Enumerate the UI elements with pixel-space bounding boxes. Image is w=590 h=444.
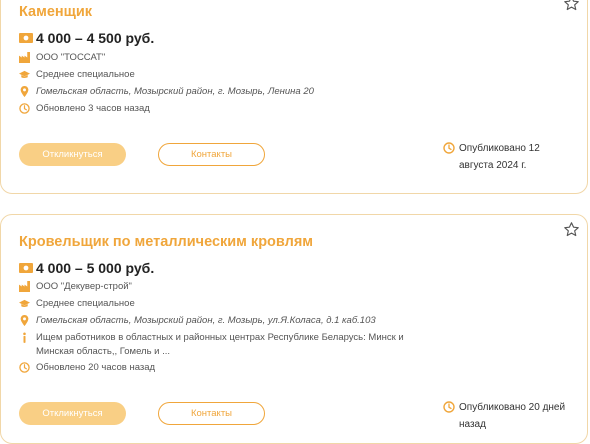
respond-button[interactable]: Откликнуться <box>19 402 126 425</box>
clock-icon <box>443 142 455 154</box>
updated-row: Обновлено 20 часов назад <box>19 361 155 375</box>
vacancy-card: Каменщик 4 000 – 4 500 руб. ООО "ТОССАТ"… <box>0 0 588 194</box>
education-level: Среднее специальное <box>36 69 135 80</box>
money-icon <box>19 32 33 44</box>
updated-text: Обновлено 20 часов назад <box>36 362 156 373</box>
address-row: Гомельская область, Мозырский район, г. … <box>19 314 376 328</box>
contacts-button[interactable]: Контакты <box>158 143 265 166</box>
salary: 4 000 – 5 000 руб. <box>19 260 154 276</box>
map-pin-icon <box>19 86 30 97</box>
clock-icon <box>443 401 455 413</box>
salary-text: 4 000 – 4 500 руб. <box>36 30 155 46</box>
updated-text: Обновлено 3 часов назад <box>36 103 150 114</box>
company-row: ООО "ТОССАТ" <box>19 51 105 65</box>
star-icon[interactable] <box>563 221 580 238</box>
updated-row: Обновлено 3 часов назад <box>19 102 150 116</box>
published-text: Опубликовано 20 дней назад <box>459 402 566 430</box>
education-row: Среднее специальное <box>19 297 135 311</box>
vacancy-card: Кровельщик по металлическим кровлям 4 00… <box>0 214 588 444</box>
published-date: Опубликовано 12 августа 2024 г. <box>443 140 553 174</box>
company-name[interactable]: ООО "Декувер-строй" <box>36 280 132 294</box>
respond-button[interactable]: Откликнуться <box>19 143 126 166</box>
vacancy-title[interactable]: Кровельщик по металлическим кровлям <box>19 234 313 250</box>
star-icon[interactable] <box>563 0 580 12</box>
vacancy-title[interactable]: Каменщик <box>19 4 92 20</box>
education-level: Среднее специальное <box>36 298 135 309</box>
info-icon <box>19 332 30 343</box>
published-text: Опубликовано 12 августа 2024 г. <box>459 143 540 171</box>
graduation-cap-icon <box>19 298 30 309</box>
map-pin-icon <box>19 315 30 326</box>
clock-icon <box>19 362 30 373</box>
company-row: ООО "Декувер-строй" <box>19 280 132 294</box>
factory-icon <box>19 52 30 63</box>
address-text: Гомельская область, Мозырский район, г. … <box>36 315 376 326</box>
contacts-button[interactable]: Контакты <box>158 402 265 425</box>
money-icon <box>19 262 33 274</box>
published-date: Опубликовано 20 дней назад <box>443 399 578 433</box>
address-row: Гомельская область, Мозырский район, г. … <box>19 85 314 99</box>
address-text: Гомельская область, Мозырский район, г. … <box>36 86 314 97</box>
company-name[interactable]: ООО "ТОССАТ" <box>36 51 105 65</box>
factory-icon <box>19 281 30 292</box>
salary-text: 4 000 – 5 000 руб. <box>36 260 155 276</box>
info-row: Ищем работников в областных и районных ц… <box>19 331 414 359</box>
graduation-cap-icon <box>19 69 30 80</box>
education-row: Среднее специальное <box>19 68 135 82</box>
clock-icon <box>19 103 30 114</box>
info-text: Ищем работников в областных и районных ц… <box>36 332 404 357</box>
salary: 4 000 – 4 500 руб. <box>19 30 154 46</box>
